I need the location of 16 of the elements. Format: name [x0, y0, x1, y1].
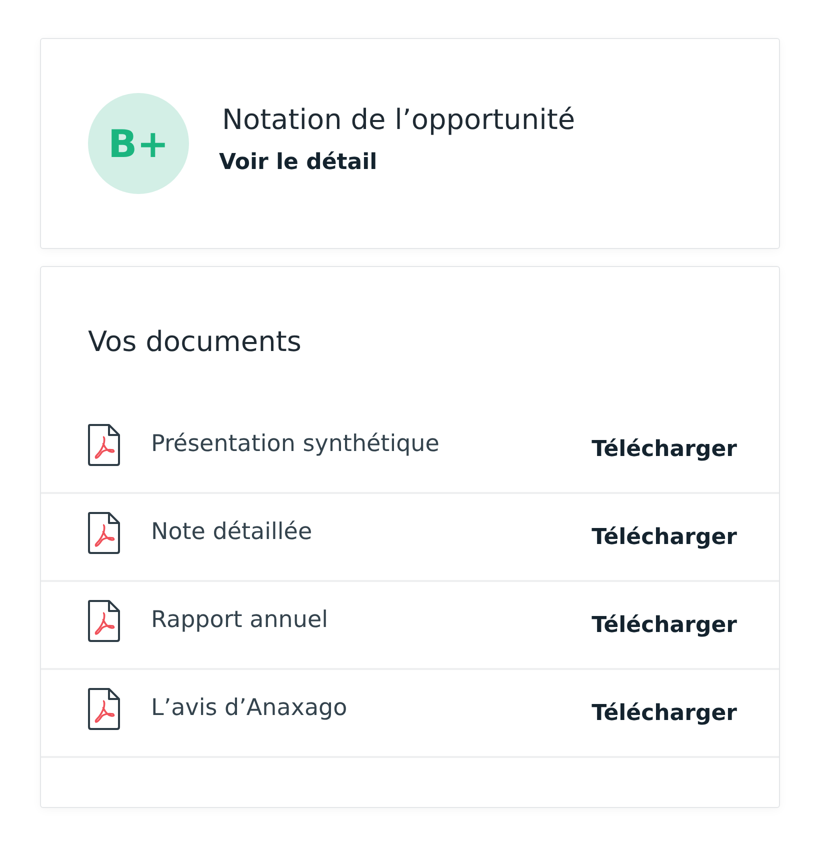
document-name: Note détaillée — [151, 519, 314, 545]
rating-title: Notation de l’opportunité — [221, 102, 576, 136]
document-name: Rapport annuel — [151, 607, 329, 633]
documents-title: Vos documents — [87, 325, 302, 358]
document-name: L’avis d’Anaxago — [151, 695, 348, 721]
pdf-file-icon — [87, 511, 121, 555]
download-link[interactable]: Télécharger — [592, 524, 737, 550]
document-name: Présentation synthétique — [151, 431, 440, 457]
download-link[interactable]: Télécharger — [592, 700, 737, 726]
pdf-file-icon — [87, 599, 121, 643]
detail-link[interactable]: Voir le détail — [219, 150, 576, 174]
pdf-file-icon — [87, 687, 121, 731]
download-link[interactable]: Télécharger — [592, 612, 737, 638]
grade-badge: B+ — [88, 93, 189, 194]
download-link[interactable]: Télécharger — [592, 436, 737, 462]
pdf-file-icon — [87, 423, 121, 467]
